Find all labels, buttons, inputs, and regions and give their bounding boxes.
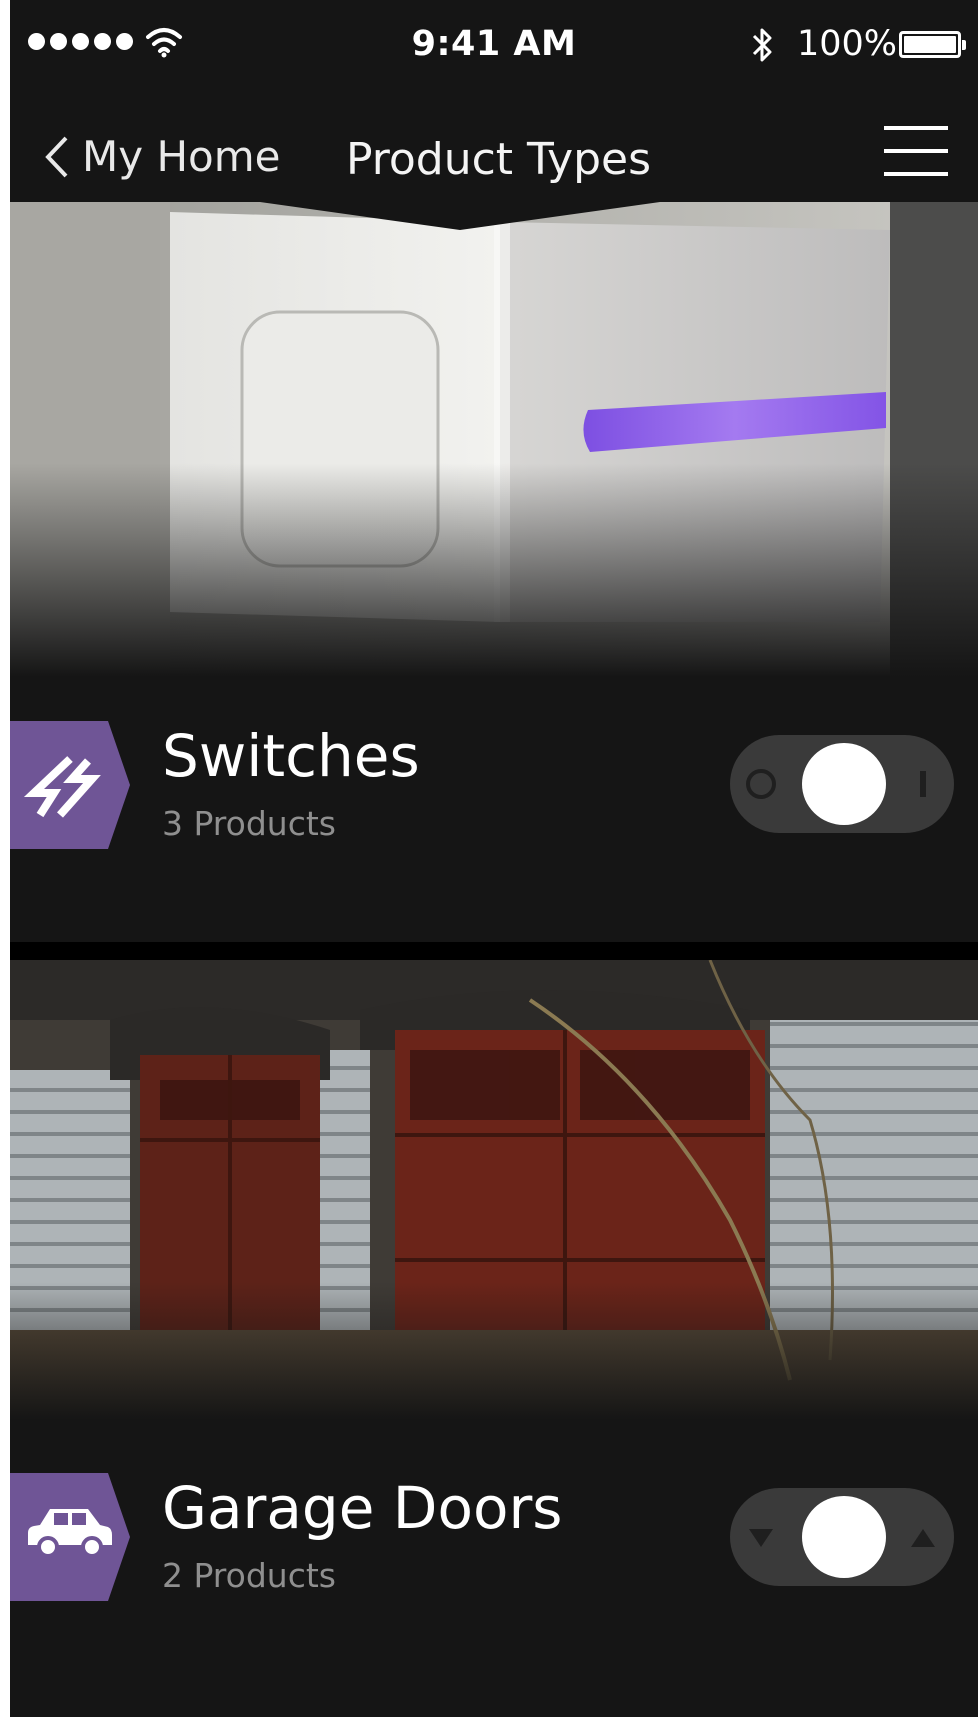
page-title: Product Types xyxy=(346,134,652,185)
product-type-card-switches[interactable]: Switches 3 Products xyxy=(10,202,978,942)
card-divider xyxy=(10,942,978,960)
bluetooth-icon xyxy=(752,28,772,62)
garage-doors-photo xyxy=(10,960,978,1420)
status-bar: 9:41 AM 100% xyxy=(10,0,978,92)
nav-notch xyxy=(10,188,978,230)
app-screen: 9:41 AM 100% My Home Product Types Switc… xyxy=(10,0,978,1717)
hamburger-menu-icon[interactable] xyxy=(884,126,948,176)
product-count: 3 Products xyxy=(162,804,336,843)
off-circle-icon xyxy=(746,769,776,799)
switches-toggle[interactable] xyxy=(730,735,954,833)
back-label: My Home xyxy=(82,132,281,181)
navigation-bar: My Home Product Types xyxy=(10,92,978,202)
product-type-title: Switches xyxy=(162,722,420,790)
car-icon xyxy=(10,1473,130,1601)
product-type-title: Garage Doors xyxy=(162,1474,563,1542)
switches-photo xyxy=(10,202,978,677)
product-type-card-garage-doors[interactable]: Garage Doors 2 Products xyxy=(10,960,978,1717)
up-arrow-icon xyxy=(911,1529,935,1547)
garage-doors-toggle[interactable] xyxy=(730,1488,954,1586)
toggle-knob[interactable] xyxy=(802,1496,886,1578)
down-arrow-icon xyxy=(749,1529,773,1547)
back-button[interactable]: My Home xyxy=(40,132,280,181)
toggle-knob[interactable] xyxy=(802,743,886,825)
battery-icon xyxy=(899,31,966,58)
chevron-left-icon xyxy=(45,136,68,177)
battery-percentage: 100% xyxy=(797,24,898,64)
on-bar-icon xyxy=(920,771,926,797)
lightning-icon xyxy=(10,721,130,849)
product-count: 2 Products xyxy=(162,1556,336,1595)
